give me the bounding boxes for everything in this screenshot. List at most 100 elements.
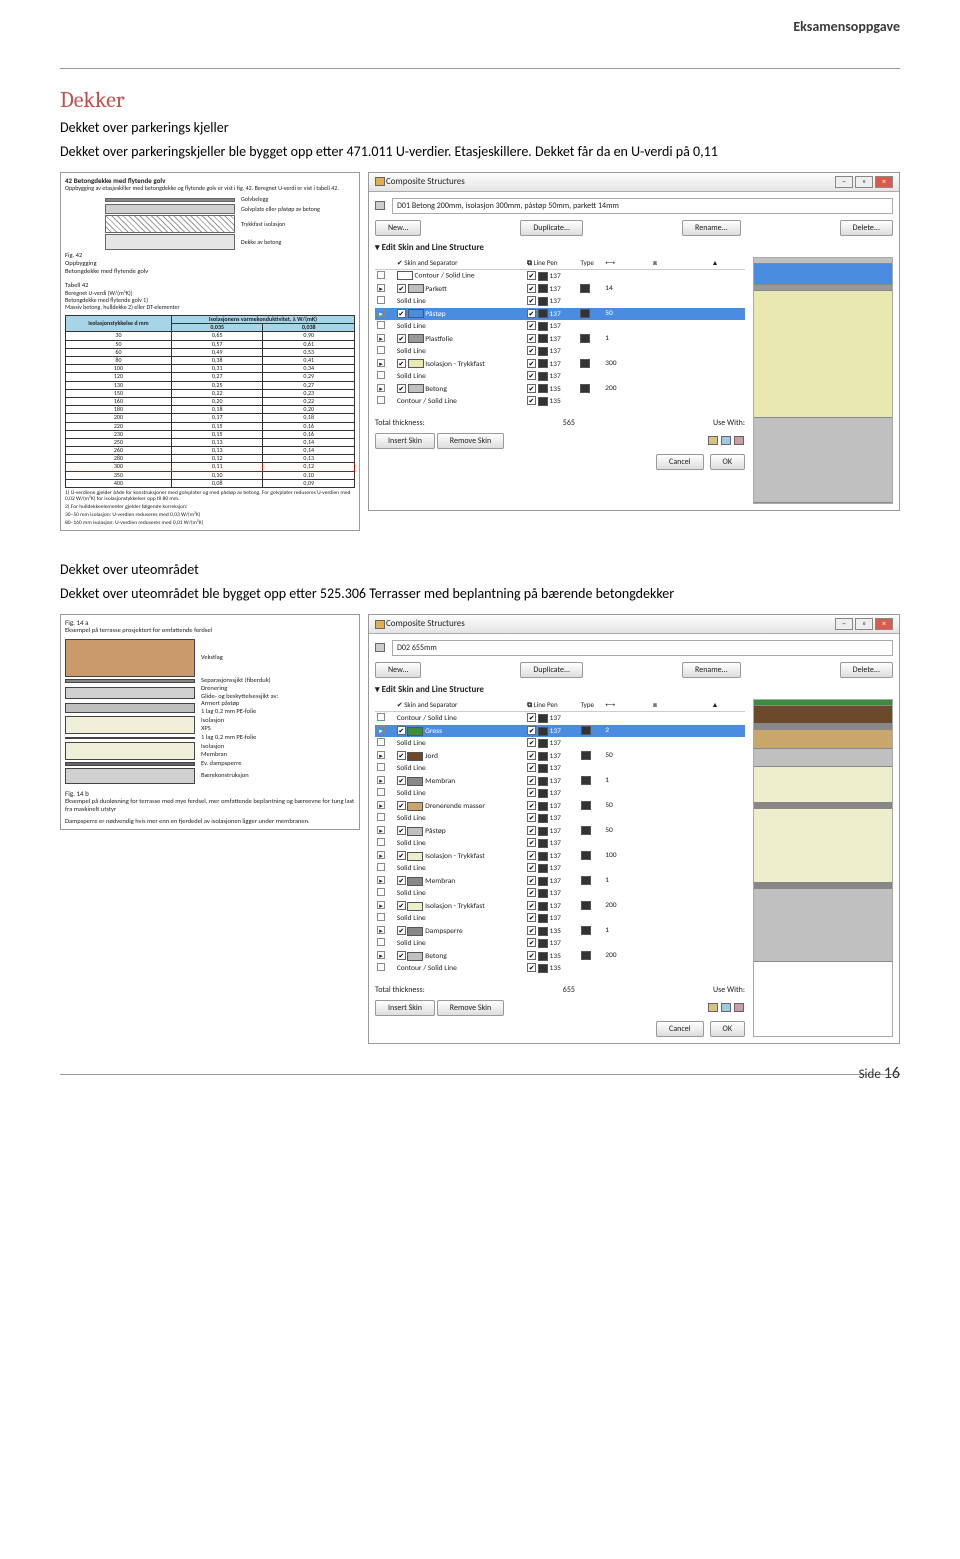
th-d: Isolasjonstykkelse d mm: [66, 316, 172, 332]
label-betong: Dekke av betong: [241, 239, 281, 246]
table-row[interactable]: ▸✔ Membran✔ 1371: [375, 775, 745, 787]
table-row[interactable]: Solid Line✔ 137: [375, 295, 745, 308]
fig14-panel: Fig. 14 a Eksempel på terrasse prosjekte…: [60, 614, 360, 831]
label-isolasjon: Trykkfast isolasjon: [241, 221, 285, 228]
table-row[interactable]: Solid Line✔ 137: [375, 370, 745, 383]
thickness-label: Total thickness:: [375, 985, 425, 995]
fig42-panel: 42 Betongdekke med flytende golv Oppbygg…: [60, 172, 360, 532]
close-icon[interactable]: ×: [875, 618, 893, 630]
page-footer: Side 16: [859, 1064, 900, 1083]
delete-button[interactable]: Delete...: [840, 662, 893, 678]
table-row[interactable]: Solid Line✔ 137: [375, 787, 745, 800]
structure-selector-2[interactable]: D02 655mm: [392, 640, 893, 656]
roof-icon[interactable]: [734, 1003, 744, 1012]
maximize-icon[interactable]: ▫: [855, 618, 873, 630]
table-row[interactable]: ▸✔ Betong✔ 135200: [375, 950, 745, 962]
table-row[interactable]: ▸✔ Betong✔ 135200: [375, 383, 745, 395]
table-row[interactable]: ▸✔ Isolasjon - Trykkfast✔ 137300: [375, 358, 745, 370]
rule-top: [60, 68, 900, 69]
dlg2-title: Composite Structures: [386, 618, 465, 629]
structure-selector[interactable]: D01 Betong 200mm, isolasjon 300mm, påstø…: [392, 198, 893, 214]
header-label: Eksamensoppgave: [793, 18, 900, 35]
table-row[interactable]: ▸✔ Påstøp✔ 13750: [375, 308, 745, 320]
table-row[interactable]: Solid Line✔ 137: [375, 345, 745, 358]
table-row[interactable]: Contour / Solid Line✔ 137: [375, 269, 745, 283]
table-row[interactable]: Contour / Solid Line✔ 135: [375, 395, 745, 408]
duplicate-button[interactable]: Duplicate...: [520, 220, 583, 236]
label-golvplate: Golvplate eller påstøp av betong: [241, 206, 320, 213]
skin-table-2[interactable]: ✔ Skin and Separator ⧉ Line Pen Type ⟷ ⧈…: [375, 699, 745, 975]
minimize-icon[interactable]: –: [835, 618, 853, 630]
preview-2: [753, 699, 893, 1037]
table-row[interactable]: Solid Line✔ 137: [375, 762, 745, 775]
rename-button[interactable]: Rename...: [682, 662, 741, 678]
table-row[interactable]: Solid Line✔ 137: [375, 837, 745, 850]
new-button[interactable]: New...: [375, 662, 421, 678]
col-pen: Line Pen: [534, 700, 558, 709]
cancel-button[interactable]: Cancel: [656, 1021, 704, 1037]
figure-row-1: 42 Betongdekke med flytende golv Oppbygg…: [60, 172, 900, 532]
table-row[interactable]: Solid Line✔ 137: [375, 812, 745, 825]
table-row[interactable]: Contour / Solid Line✔ 135: [375, 962, 745, 975]
thickness-value-2: 655: [563, 985, 575, 995]
wall-icon[interactable]: [708, 436, 718, 445]
table-row[interactable]: Solid Line✔ 137: [375, 912, 745, 925]
table-row[interactable]: ▸✔ Parkett✔ 13714: [375, 283, 745, 295]
close-icon[interactable]: ×: [875, 176, 893, 188]
insert-skin-button[interactable]: Insert Skin: [375, 433, 435, 449]
ok-button[interactable]: OK: [710, 1021, 745, 1037]
minimize-icon[interactable]: –: [835, 176, 853, 188]
skin-table-1[interactable]: ✔ Skin and Separator ⧉ Line Pen Type ⟷ ⧈…: [375, 257, 745, 408]
dialog-2: Composite Structures – ▫ × D02 655mm New…: [368, 614, 900, 1044]
maximize-icon[interactable]: ▫: [855, 176, 873, 188]
duplicate-button[interactable]: Duplicate...: [520, 662, 583, 678]
fn4: 80–160 mm isolasjon: U-verdien reduseres…: [65, 520, 355, 526]
fn3: 30–50 mm isolasjon: U-verdien reduseres …: [65, 512, 355, 518]
usewith-label: Use With:: [713, 418, 745, 428]
table-row[interactable]: Solid Line✔ 137: [375, 862, 745, 875]
delete-button[interactable]: Delete...: [840, 220, 893, 236]
insert-skin-button[interactable]: Insert Skin: [375, 1000, 435, 1016]
table-row[interactable]: ▸✔ Drenerende masser✔ 13750: [375, 800, 745, 812]
table-row[interactable]: ▸✔ Jord✔ 13750: [375, 750, 745, 762]
table-row[interactable]: Solid Line✔ 137: [375, 887, 745, 900]
rename-button[interactable]: Rename...: [682, 220, 741, 236]
preview-1: [753, 257, 893, 505]
new-button[interactable]: New...: [375, 220, 421, 236]
slab-icon[interactable]: [721, 1003, 731, 1012]
fig42-cap1: Fig. 42: [65, 252, 355, 260]
cancel-button[interactable]: Cancel: [656, 454, 704, 470]
col-skin: Skin and Separator: [404, 258, 457, 267]
table-row[interactable]: Solid Line✔ 137: [375, 737, 745, 750]
ok-button[interactable]: OK: [710, 454, 745, 470]
fn2: 2) For hulldekkeelementer gjelder følgen…: [65, 504, 355, 510]
table-row[interactable]: Contour / Solid Line✔ 137: [375, 711, 745, 725]
thickness-label: Total thickness:: [375, 418, 425, 428]
section-title: Dekker: [60, 87, 900, 113]
remove-skin-button[interactable]: Remove Skin: [437, 433, 504, 449]
fig14-desc3: Dampsperre er nødvendig hvis mer enn en …: [65, 818, 355, 826]
dlg1-title: Composite Structures: [386, 176, 465, 187]
table-row[interactable]: ▸✔ Påstøp✔ 13750: [375, 825, 745, 837]
dialog-1: Composite Structures – ▫ × D01 Betong 20…: [368, 172, 900, 512]
table-row[interactable]: ▸✔ Gress✔ 1372: [375, 725, 745, 737]
footer-page: 16: [884, 1064, 900, 1083]
col-type: Type: [579, 699, 604, 712]
table-row[interactable]: ▸✔ Isolasjon - Trykkfast✔ 137100: [375, 850, 745, 862]
table-row[interactable]: Solid Line✔ 137: [375, 320, 745, 333]
table-row[interactable]: Solid Line✔ 137: [375, 937, 745, 950]
table-row[interactable]: ▸✔ Dampsperre✔ 1351: [375, 925, 745, 937]
roof-icon[interactable]: [734, 436, 744, 445]
fn1: 1) U-verdiene gjelder både for konstruks…: [65, 490, 355, 502]
remove-skin-button[interactable]: Remove Skin: [437, 1000, 504, 1016]
wall-icon[interactable]: [708, 1003, 718, 1012]
table-row[interactable]: ▸✔ Isolasjon - Trykkfast✔ 137200: [375, 900, 745, 912]
fig42-cap3: Betongdekke med flytende golv: [65, 268, 355, 276]
col-type: Type: [578, 257, 603, 270]
slab-icon[interactable]: [721, 436, 731, 445]
layers-icon: [375, 201, 385, 210]
subheading-2: Dekket over uteområdet: [60, 561, 900, 578]
table-row[interactable]: ▸✔ Plastfolie✔ 1371: [375, 333, 745, 345]
body-1: Dekket over parkeringskjeller ble bygget…: [60, 142, 900, 162]
table-row[interactable]: ▸✔ Membran✔ 1371: [375, 875, 745, 887]
